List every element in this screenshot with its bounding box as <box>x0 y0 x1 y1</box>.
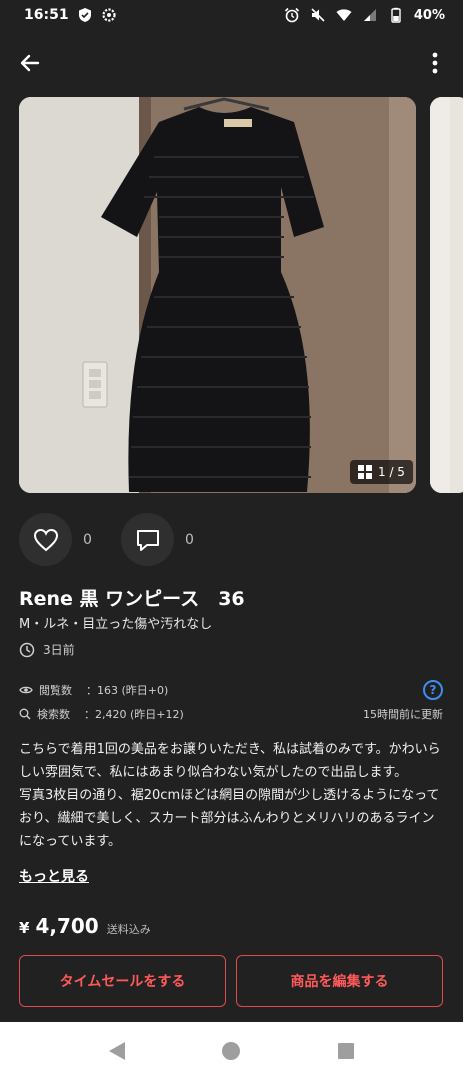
grid-icon <box>358 465 372 479</box>
photo-counter: 1 / 5 <box>350 460 413 484</box>
heart-icon <box>33 528 58 551</box>
battery-percent: 40% <box>413 7 445 23</box>
arrow-left-icon <box>20 54 40 72</box>
action-buttons: タイムセールをする 商品を編集する <box>19 955 443 1007</box>
wifi-icon <box>336 7 352 23</box>
search-icon <box>19 708 31 720</box>
system-nav-bar <box>0 1022 463 1080</box>
like-button[interactable] <box>19 513 72 566</box>
status-time: 16:51 <box>24 7 69 23</box>
time-sale-button[interactable]: タイムセールをする <box>19 955 226 1007</box>
nav-recents-button[interactable] <box>334 1039 358 1063</box>
edit-item-button[interactable]: 商品を編集する <box>236 955 443 1007</box>
nav-back-button[interactable] <box>105 1039 129 1063</box>
search-label: 検索数 <box>37 708 70 721</box>
gear-icon <box>101 7 117 23</box>
comment-icon <box>136 529 159 551</box>
signal-icon <box>362 7 378 23</box>
back-button[interactable] <box>16 49 44 77</box>
eye-icon <box>19 686 33 694</box>
views-value: ：163 (昨日+0) <box>86 684 169 697</box>
square-recents-icon <box>337 1043 354 1059</box>
photo-carousel[interactable]: 1 / 5 <box>19 97 463 493</box>
description-paragraph: こちらで着用1回の美品をお譲りいただき、私は試着のみです。かわいらしい雰囲気で、… <box>19 742 441 780</box>
engagement-row: 0 0 <box>19 513 211 566</box>
item-description: こちらで着用1回の美品をお譲りいただき、私は試着のみです。かわいらしい雰囲気で、… <box>19 738 447 853</box>
triangle-back-icon <box>109 1042 126 1060</box>
item-subtitle: M・ルネ・目立った傷や汚れなし <box>19 617 213 632</box>
views-row: 閲覧数 ：163 (昨日+0) ? <box>19 680 443 700</box>
posted-time: 3日前 <box>19 641 75 658</box>
currency-symbol: ¥ <box>19 919 30 937</box>
price-amount: 4,700 <box>35 914 99 938</box>
search-row: 検索数 ：2,420 (昨日+12) 15時間前に更新 <box>19 706 443 722</box>
more-vertical-icon <box>432 52 438 74</box>
clock-icon <box>19 642 35 657</box>
views-label: 閲覧数 <box>39 684 72 697</box>
status-bar: 16:51 40% <box>0 0 463 30</box>
app-bar <box>0 30 463 96</box>
shipping-note: 送料込み <box>106 923 151 936</box>
product-photo[interactable]: 1 / 5 <box>19 97 416 493</box>
search-value: ：2,420 (昨日+12) <box>84 708 184 721</box>
alarm-icon <box>284 7 300 23</box>
show-more-link[interactable]: もっと見る <box>19 866 89 886</box>
more-options-button[interactable] <box>423 49 447 77</box>
posted-time-text: 3日前 <box>43 643 75 657</box>
comment-button[interactable] <box>121 513 174 566</box>
photo-counter-text: 1 / 5 <box>378 465 405 479</box>
shield-icon <box>77 7 93 23</box>
next-photo-preview[interactable] <box>430 97 463 493</box>
updated-text: 15時間前に更新 <box>363 708 443 721</box>
comment-count: 0 <box>185 531 194 548</box>
help-icon[interactable]: ? <box>423 680 443 700</box>
mute-icon <box>310 7 326 23</box>
price: ¥ 4,700 送料込み <box>19 914 151 938</box>
like-count: 0 <box>83 531 92 548</box>
battery-icon <box>388 7 404 23</box>
circle-home-icon <box>222 1042 241 1060</box>
nav-home-button[interactable] <box>219 1039 243 1063</box>
item-title: Rene 黒 ワンピース 36 <box>19 588 245 610</box>
description-paragraph: 写真3枚目の通り、裾20cmほどは網目の隙間が少し透けるようになっており、繊細で… <box>19 788 440 849</box>
